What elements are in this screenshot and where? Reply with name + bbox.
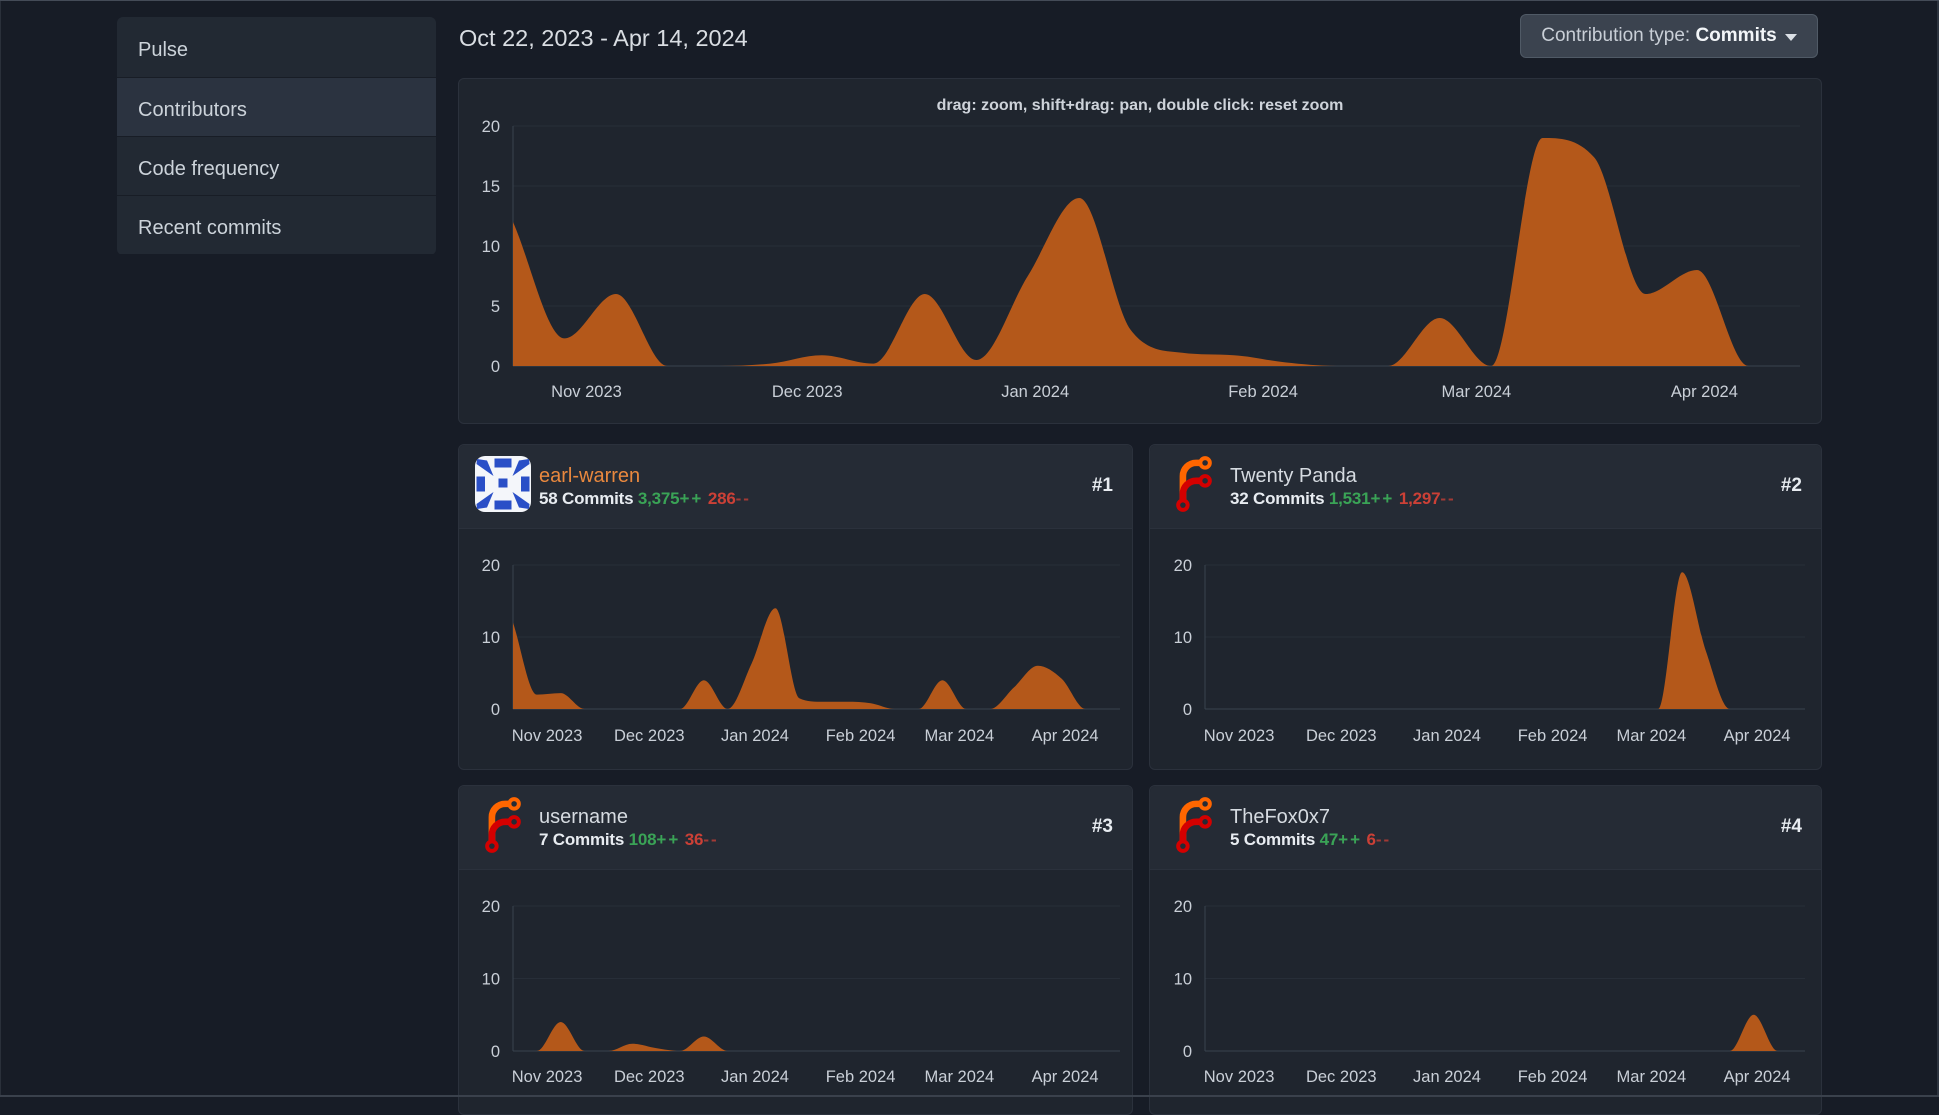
svg-text:Mar 2024: Mar 2024	[925, 727, 995, 745]
svg-text:Apr 2024: Apr 2024	[1671, 383, 1738, 401]
svg-text:Jan 2024: Jan 2024	[1001, 383, 1069, 401]
svg-text:Mar 2024: Mar 2024	[1617, 727, 1687, 745]
svg-text:Nov 2023: Nov 2023	[1204, 1068, 1275, 1086]
svg-text:Dec 2023: Dec 2023	[1306, 727, 1377, 745]
svg-text:Apr 2024: Apr 2024	[1032, 1068, 1099, 1086]
svg-text:10: 10	[1174, 629, 1192, 647]
svg-text:0: 0	[491, 701, 500, 719]
svg-text:Jan 2024: Jan 2024	[721, 727, 789, 745]
svg-text:Nov 2023: Nov 2023	[1204, 727, 1275, 745]
svg-text:0: 0	[1183, 701, 1192, 719]
svg-text:Feb 2024: Feb 2024	[826, 1068, 896, 1086]
svg-text:10: 10	[482, 629, 500, 647]
svg-text:Nov 2023: Nov 2023	[551, 383, 622, 401]
svg-text:Dec 2023: Dec 2023	[614, 1068, 685, 1086]
svg-text:10: 10	[482, 238, 500, 256]
svg-text:10: 10	[482, 971, 500, 989]
svg-text:5: 5	[491, 298, 500, 316]
svg-text:Mar 2024: Mar 2024	[1617, 1068, 1687, 1086]
svg-text:20: 20	[482, 118, 500, 136]
svg-text:0: 0	[491, 358, 500, 376]
svg-text:Jan 2024: Jan 2024	[721, 1068, 789, 1086]
svg-text:20: 20	[482, 557, 500, 575]
svg-text:Feb 2024: Feb 2024	[826, 727, 896, 745]
svg-text:Jan 2024: Jan 2024	[1413, 1068, 1481, 1086]
svg-text:20: 20	[1174, 557, 1192, 575]
svg-text:0: 0	[491, 1043, 500, 1061]
svg-text:Apr 2024: Apr 2024	[1724, 727, 1791, 745]
svg-text:Dec 2023: Dec 2023	[614, 727, 685, 745]
svg-text:Nov 2023: Nov 2023	[512, 1068, 583, 1086]
svg-text:Jan 2024: Jan 2024	[1413, 727, 1481, 745]
svg-text:Feb 2024: Feb 2024	[1518, 1068, 1588, 1086]
svg-text:Mar 2024: Mar 2024	[1442, 383, 1512, 401]
svg-text:15: 15	[482, 178, 500, 196]
svg-text:0: 0	[1183, 1043, 1192, 1061]
svg-text:Mar 2024: Mar 2024	[925, 1068, 995, 1086]
svg-text:20: 20	[482, 898, 500, 916]
svg-text:drag: zoom, shift+drag: pan, d: drag: zoom, shift+drag: pan, double clic…	[937, 97, 1344, 114]
svg-text:Dec 2023: Dec 2023	[772, 383, 843, 401]
svg-text:10: 10	[1174, 971, 1192, 989]
svg-text:Nov 2023: Nov 2023	[512, 727, 583, 745]
svg-text:Apr 2024: Apr 2024	[1032, 727, 1099, 745]
svg-text:Apr 2024: Apr 2024	[1724, 1068, 1791, 1086]
svg-text:Feb 2024: Feb 2024	[1228, 383, 1298, 401]
svg-text:Feb 2024: Feb 2024	[1518, 727, 1588, 745]
svg-text:20: 20	[1174, 898, 1192, 916]
svg-text:Dec 2023: Dec 2023	[1306, 1068, 1377, 1086]
